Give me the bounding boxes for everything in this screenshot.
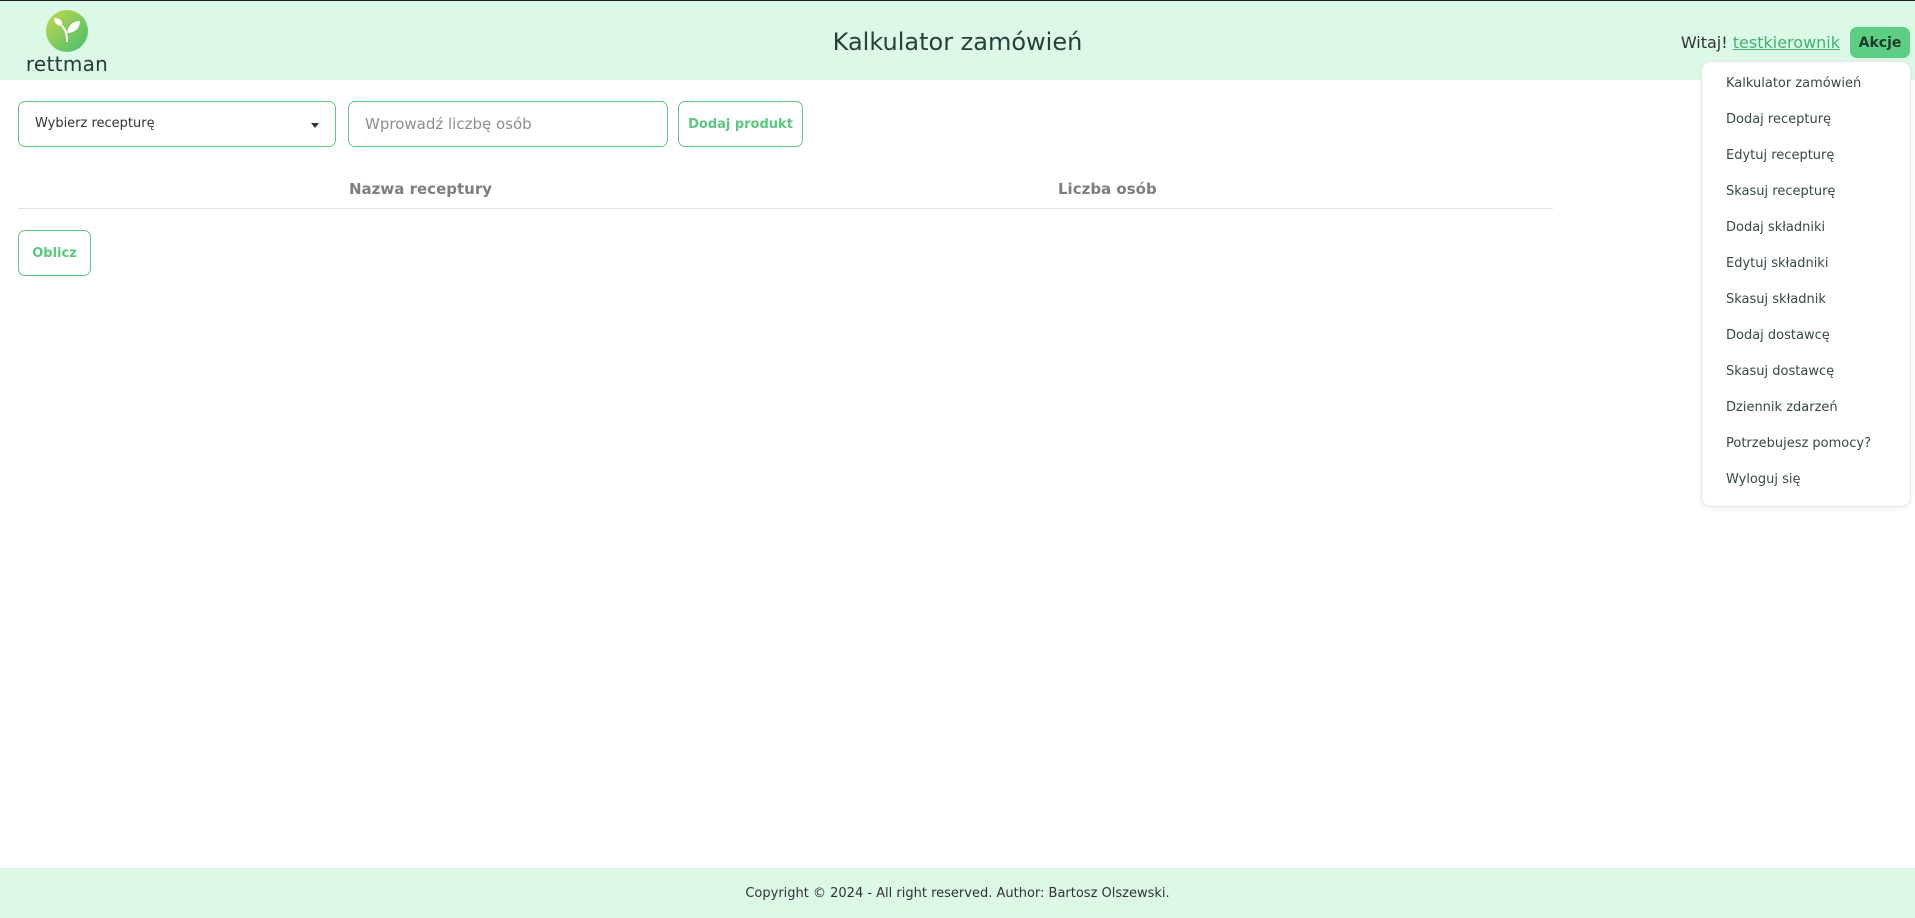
- menu-item-edit-recipe[interactable]: Edytuj recepturę: [1726, 148, 1834, 163]
- recipe-select-label: Wybierz recepturę: [35, 116, 155, 131]
- menu-item-delete-ingredient[interactable]: Skasuj składnik: [1726, 292, 1826, 307]
- recipe-select[interactable]: Wybierz recepturę: [18, 101, 336, 147]
- menu-item-delete-supplier[interactable]: Skasuj dostawcę: [1726, 364, 1834, 379]
- add-product-button[interactable]: Dodaj produkt: [678, 101, 803, 147]
- table-header: Nazwa receptury Liczba osób: [18, 170, 1553, 209]
- menu-item-edit-ingredients[interactable]: Edytuj składniki: [1726, 256, 1828, 271]
- menu-item-add-supplier[interactable]: Dodaj dostawcę: [1726, 328, 1830, 343]
- menu-item-logout[interactable]: Wyloguj się: [1726, 472, 1801, 487]
- calculate-button[interactable]: Oblicz: [18, 230, 91, 276]
- copyright-text: Copyright © 2024 - All right reserved. A…: [745, 886, 1170, 901]
- actions-dropdown-menu: Kalkulator zamówień Dodaj recepturę Edyt…: [1701, 61, 1911, 507]
- menu-item-help[interactable]: Potrzebujesz pomocy?: [1726, 436, 1871, 451]
- menu-item-order-calculator[interactable]: Kalkulator zamówień: [1726, 76, 1861, 91]
- welcome-prefix: Witaj!: [1680, 33, 1728, 52]
- app-header: rettman Kalkulator zamówień Witaj! testk…: [0, 1, 1915, 80]
- people-count-input[interactable]: [348, 101, 668, 147]
- menu-item-delete-recipe[interactable]: Skasuj recepturę: [1726, 184, 1835, 199]
- column-header-people-count: Liczba osób: [1058, 180, 1157, 198]
- menu-item-add-ingredients[interactable]: Dodaj składniki: [1726, 220, 1825, 235]
- footer: Copyright © 2024 - All right reserved. A…: [0, 868, 1915, 918]
- column-header-recipe-name: Nazwa receptury: [349, 180, 493, 198]
- username-link[interactable]: testkierownik: [1733, 33, 1840, 52]
- menu-item-add-recipe[interactable]: Dodaj recepturę: [1726, 112, 1831, 127]
- menu-item-event-log[interactable]: Dziennik zdarzeń: [1726, 400, 1838, 415]
- welcome-text: Witaj! testkierownik: [1681, 33, 1840, 52]
- actions-button[interactable]: Akcje: [1850, 27, 1910, 58]
- page-title: Kalkulator zamówień: [832, 28, 1083, 56]
- chevron-down-icon: [311, 123, 319, 128]
